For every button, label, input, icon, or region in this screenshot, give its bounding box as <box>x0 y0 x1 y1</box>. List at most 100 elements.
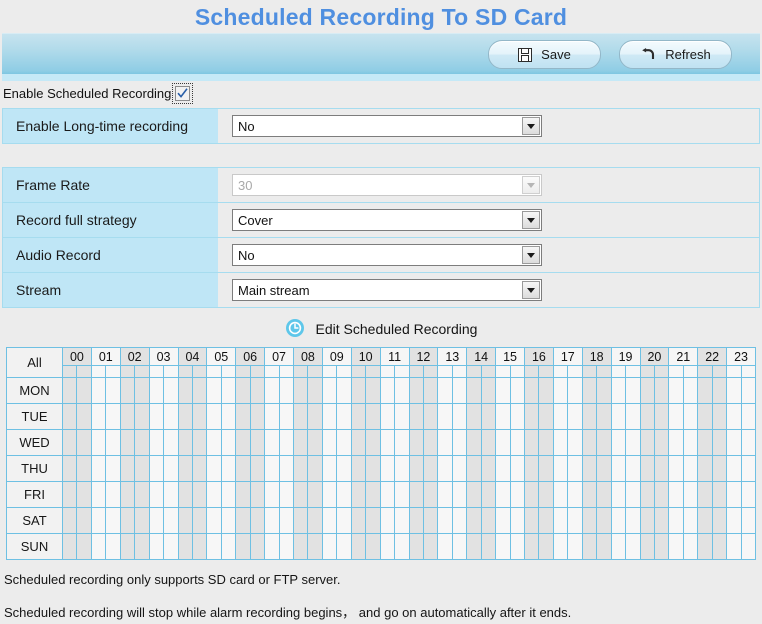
schedule-slot[interactable] <box>220 481 237 508</box>
schedule-slot[interactable] <box>422 455 439 482</box>
schedule-slot[interactable] <box>639 533 655 560</box>
schedule-slot[interactable] <box>509 429 526 456</box>
schedule-slot[interactable] <box>394 403 410 430</box>
schedule-slot[interactable] <box>148 403 165 430</box>
schedule-all-slot[interactable] <box>422 365 439 378</box>
schedule-slot[interactable] <box>697 533 713 560</box>
schedule-slot[interactable] <box>422 481 439 508</box>
schedule-day-label[interactable]: THU <box>6 455 63 482</box>
schedule-slot[interactable] <box>76 481 92 508</box>
schedule-day-label[interactable]: TUE <box>6 403 63 430</box>
schedule-slot[interactable] <box>134 455 150 482</box>
schedule-slot[interactable] <box>495 429 511 456</box>
schedule-slot[interactable] <box>148 429 165 456</box>
schedule-slot[interactable] <box>625 507 641 534</box>
schedule-all-slot[interactable] <box>148 365 165 378</box>
schedule-slot[interactable] <box>379 429 396 456</box>
schedule-slot[interactable] <box>495 481 511 508</box>
schedule-all-slot[interactable] <box>394 365 410 378</box>
schedule-slot[interactable] <box>639 455 655 482</box>
schedule-all-slot[interactable] <box>191 365 208 378</box>
schedule-all-slot[interactable] <box>408 365 424 378</box>
schedule-slot[interactable] <box>451 533 468 560</box>
schedule-slot[interactable] <box>682 455 699 482</box>
schedule-slot[interactable] <box>278 377 295 404</box>
schedule-slot[interactable] <box>682 429 699 456</box>
schedule-slot[interactable] <box>437 533 453 560</box>
schedule-slot[interactable] <box>90 507 107 534</box>
schedule-slot[interactable] <box>235 403 251 430</box>
schedule-slot[interactable] <box>408 481 424 508</box>
schedule-slot[interactable] <box>163 533 179 560</box>
refresh-button[interactable]: Refresh <box>619 40 732 69</box>
schedule-slot[interactable] <box>538 377 554 404</box>
schedule-slot[interactable] <box>682 481 699 508</box>
schedule-slot[interactable] <box>422 377 439 404</box>
schedule-all-slot[interactable] <box>509 365 526 378</box>
schedule-all-slot[interactable] <box>350 365 367 378</box>
schedule-slot[interactable] <box>191 481 208 508</box>
schedule-slot[interactable] <box>653 481 670 508</box>
schedule-slot[interactable] <box>437 377 453 404</box>
schedule-slot[interactable] <box>307 377 323 404</box>
schedule-slot[interactable] <box>697 377 713 404</box>
schedule-all-slot[interactable] <box>523 365 540 378</box>
schedule-slot[interactable] <box>278 403 295 430</box>
schedule-slot[interactable] <box>437 481 453 508</box>
schedule-slot[interactable] <box>653 403 670 430</box>
schedule-slot[interactable] <box>711 507 728 534</box>
schedule-slot[interactable] <box>220 429 237 456</box>
schedule-slot[interactable] <box>76 429 92 456</box>
schedule-slot[interactable] <box>206 403 222 430</box>
schedule-all-slot[interactable] <box>653 365 670 378</box>
schedule-slot[interactable] <box>321 533 338 560</box>
enable-scheduled-recording-checkbox[interactable] <box>172 82 194 104</box>
schedule-slot[interactable] <box>668 507 684 534</box>
schedule-slot[interactable] <box>119 481 136 508</box>
schedule-slot[interactable] <box>148 533 165 560</box>
schedule-slot[interactable] <box>596 377 612 404</box>
schedule-slot[interactable] <box>697 507 713 534</box>
schedule-slot[interactable] <box>292 533 309 560</box>
schedule-slot[interactable] <box>480 429 497 456</box>
schedule-slot[interactable] <box>119 533 136 560</box>
schedule-slot[interactable] <box>61 403 78 430</box>
schedule-slot[interactable] <box>249 429 266 456</box>
schedule-all-slot[interactable] <box>437 365 453 378</box>
schedule-slot[interactable] <box>509 377 526 404</box>
schedule-slot[interactable] <box>639 403 655 430</box>
schedule-slot[interactable] <box>191 507 208 534</box>
schedule-slot[interactable] <box>653 377 670 404</box>
schedule-slot[interactable] <box>567 481 583 508</box>
schedule-slot[interactable] <box>437 507 453 534</box>
chevron-down-icon[interactable] <box>522 246 540 264</box>
schedule-slot[interactable] <box>451 403 468 430</box>
schedule-slot[interactable] <box>76 403 92 430</box>
save-button[interactable]: Save <box>488 40 601 69</box>
schedule-slot[interactable] <box>495 377 511 404</box>
schedule-all-slot[interactable] <box>697 365 713 378</box>
schedule-slot[interactable] <box>105 377 121 404</box>
schedule-all-slot[interactable] <box>596 365 612 378</box>
schedule-slot[interactable] <box>321 455 338 482</box>
schedule-slot[interactable] <box>278 533 295 560</box>
schedule-all-slot[interactable] <box>682 365 699 378</box>
record-full-strategy-select[interactable]: Cover <box>232 209 542 231</box>
schedule-slot[interactable] <box>321 429 338 456</box>
schedule-slot[interactable] <box>119 403 136 430</box>
schedule-slot[interactable] <box>581 455 598 482</box>
schedule-slot[interactable] <box>740 403 757 430</box>
schedule-slot[interactable] <box>148 377 165 404</box>
schedule-slot[interactable] <box>163 481 179 508</box>
schedule-slot[interactable] <box>740 507 757 534</box>
schedule-slot[interactable] <box>90 481 107 508</box>
schedule-slot[interactable] <box>625 481 641 508</box>
schedule-slot[interactable] <box>596 481 612 508</box>
schedule-slot[interactable] <box>523 507 540 534</box>
schedule-slot[interactable] <box>235 533 251 560</box>
schedule-slot[interactable] <box>552 481 569 508</box>
schedule-slot[interactable] <box>105 403 121 430</box>
schedule-slot[interactable] <box>278 455 295 482</box>
schedule-slot[interactable] <box>726 455 742 482</box>
schedule-all-slot[interactable] <box>278 365 295 378</box>
